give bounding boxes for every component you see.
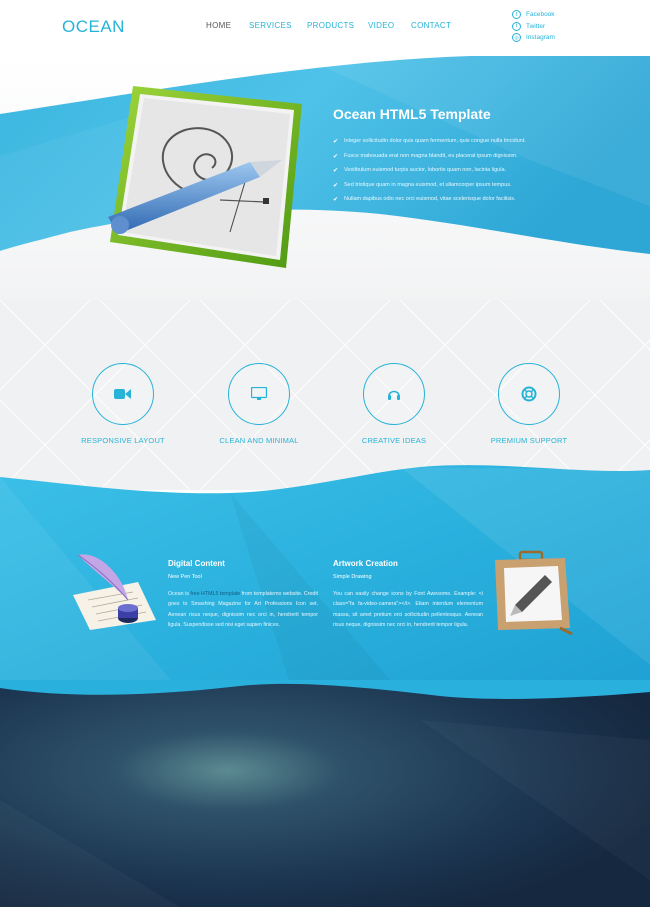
check-icon: ✔	[333, 182, 339, 189]
easel-illustration	[495, 550, 573, 635]
feature-creative[interactable]: CREATIVE IDEAS	[329, 363, 459, 445]
check-icon: ✔	[333, 153, 339, 160]
feature-clean[interactable]: CLEAN AND MINIMAL	[194, 363, 324, 445]
list-item-text: Vestibulum euismod turpis auctor, lobort…	[344, 167, 507, 173]
list-item-text: Nullam dapibus odio nec orci euismod, vi…	[344, 196, 516, 202]
social-label: Instagram	[526, 34, 555, 41]
social-label: Facebook	[526, 11, 555, 18]
list-item: ✔ Vestibulum euismod turpis auctor, lobor…	[333, 167, 526, 182]
right-column-body: You can easily change icons by Font Awes…	[333, 591, 483, 628]
list-item-text: Fusce malesuada erat non magna blandit, …	[344, 152, 518, 159]
right-column-subtitle: Simple Drawing	[333, 574, 372, 580]
feature-title: PREMIUM SUPPORT	[490, 436, 568, 445]
right-column-title: Artwork Creation	[333, 559, 398, 568]
list-item: ✔ Sed tristique quam in magna euismod, et…	[333, 182, 526, 197]
feature-circle	[363, 363, 425, 425]
headphones-icon	[388, 390, 400, 400]
list-item-text: Sed tristique quam in magna euismod, et …	[344, 181, 512, 188]
left-column-subtitle: New Pen Tool	[168, 574, 202, 580]
facebook-icon: f	[512, 10, 521, 19]
social-facebook[interactable]: f Facebook	[512, 9, 555, 20]
list-item-text: Integer sollicitudin dolor quis quam fer…	[344, 138, 526, 144]
social-label: Twitter	[526, 22, 546, 30]
feature-circle	[228, 363, 290, 425]
twitter-icon: t	[512, 21, 521, 31]
instagram-icon: ◎	[512, 33, 521, 42]
nav-contact[interactable]: CONTACT	[411, 21, 451, 30]
hero-background	[0, 56, 650, 300]
feature-circle	[92, 363, 154, 425]
template-link[interactable]: free HTML5 template	[190, 591, 240, 597]
nav-services[interactable]: SERVICES	[249, 21, 292, 30]
check-icon: ✔	[333, 139, 339, 145]
site-header: OCEAN HOME SERVICES PRODUCTS VIDEO CONTA…	[0, 0, 650, 56]
feature-support[interactable]: PREMIUM SUPPORT	[464, 363, 594, 445]
list-item: ✔ Integer sollicitudin dolor quis quam fe…	[333, 138, 526, 153]
list-item: ✔ Fusce malesuada erat non magna blandit,…	[333, 153, 526, 168]
nav-video[interactable]: VIDEO	[368, 21, 394, 30]
feature-circle	[498, 363, 560, 425]
check-icon: ✔	[333, 197, 339, 203]
check-icon: ✔	[333, 168, 339, 174]
feature-title: CREATIVE IDEAS	[361, 436, 427, 445]
social-twitter[interactable]: t Twitter	[512, 21, 555, 32]
site-logo[interactable]: OCEAN	[62, 17, 125, 37]
footer-section	[0, 680, 650, 907]
feature-responsive[interactable]: RESPONSIVE LAYOUT	[58, 363, 188, 445]
left-column-title: Digital Content	[168, 559, 225, 568]
hero-title: Ocean HTML5 Template	[333, 106, 491, 122]
content-section: Digital Content New Pen Tool Ocean is fr…	[0, 465, 650, 715]
social-instagram[interactable]: ◎ Instagram	[512, 32, 555, 43]
pen-tool-illustration	[108, 86, 302, 268]
features-section: RESPONSIVE LAYOUT CLEAN AND MINIMAL CREA…	[0, 300, 650, 490]
social-links: f Facebook t Twitter ◎ Instagram	[512, 9, 555, 44]
life-ring-icon	[521, 386, 537, 402]
feature-title: CLEAN AND MINIMAL	[219, 436, 299, 445]
nav-home[interactable]: HOME	[206, 21, 231, 30]
left-column-body: Ocean is free HTML5 template from templa…	[168, 589, 318, 630]
footer-background	[0, 680, 650, 907]
feature-title: RESPONSIVE LAYOUT	[81, 436, 165, 445]
nav-products[interactable]: PRODUCTS	[307, 21, 354, 30]
list-item: ✔ Nullam dapibus odio nec orci euismod, v…	[333, 196, 526, 211]
quill-illustration	[73, 554, 156, 630]
hero-feature-list: ✔ Integer sollicitudin dolor quis quam fe…	[333, 138, 526, 211]
hero-section: Ocean HTML5 Template ✔ Integer sollicitud…	[0, 56, 650, 300]
monitor-icon	[251, 387, 267, 400]
body-text: Ocean is	[168, 591, 191, 597]
video-camera-icon	[114, 389, 131, 399]
